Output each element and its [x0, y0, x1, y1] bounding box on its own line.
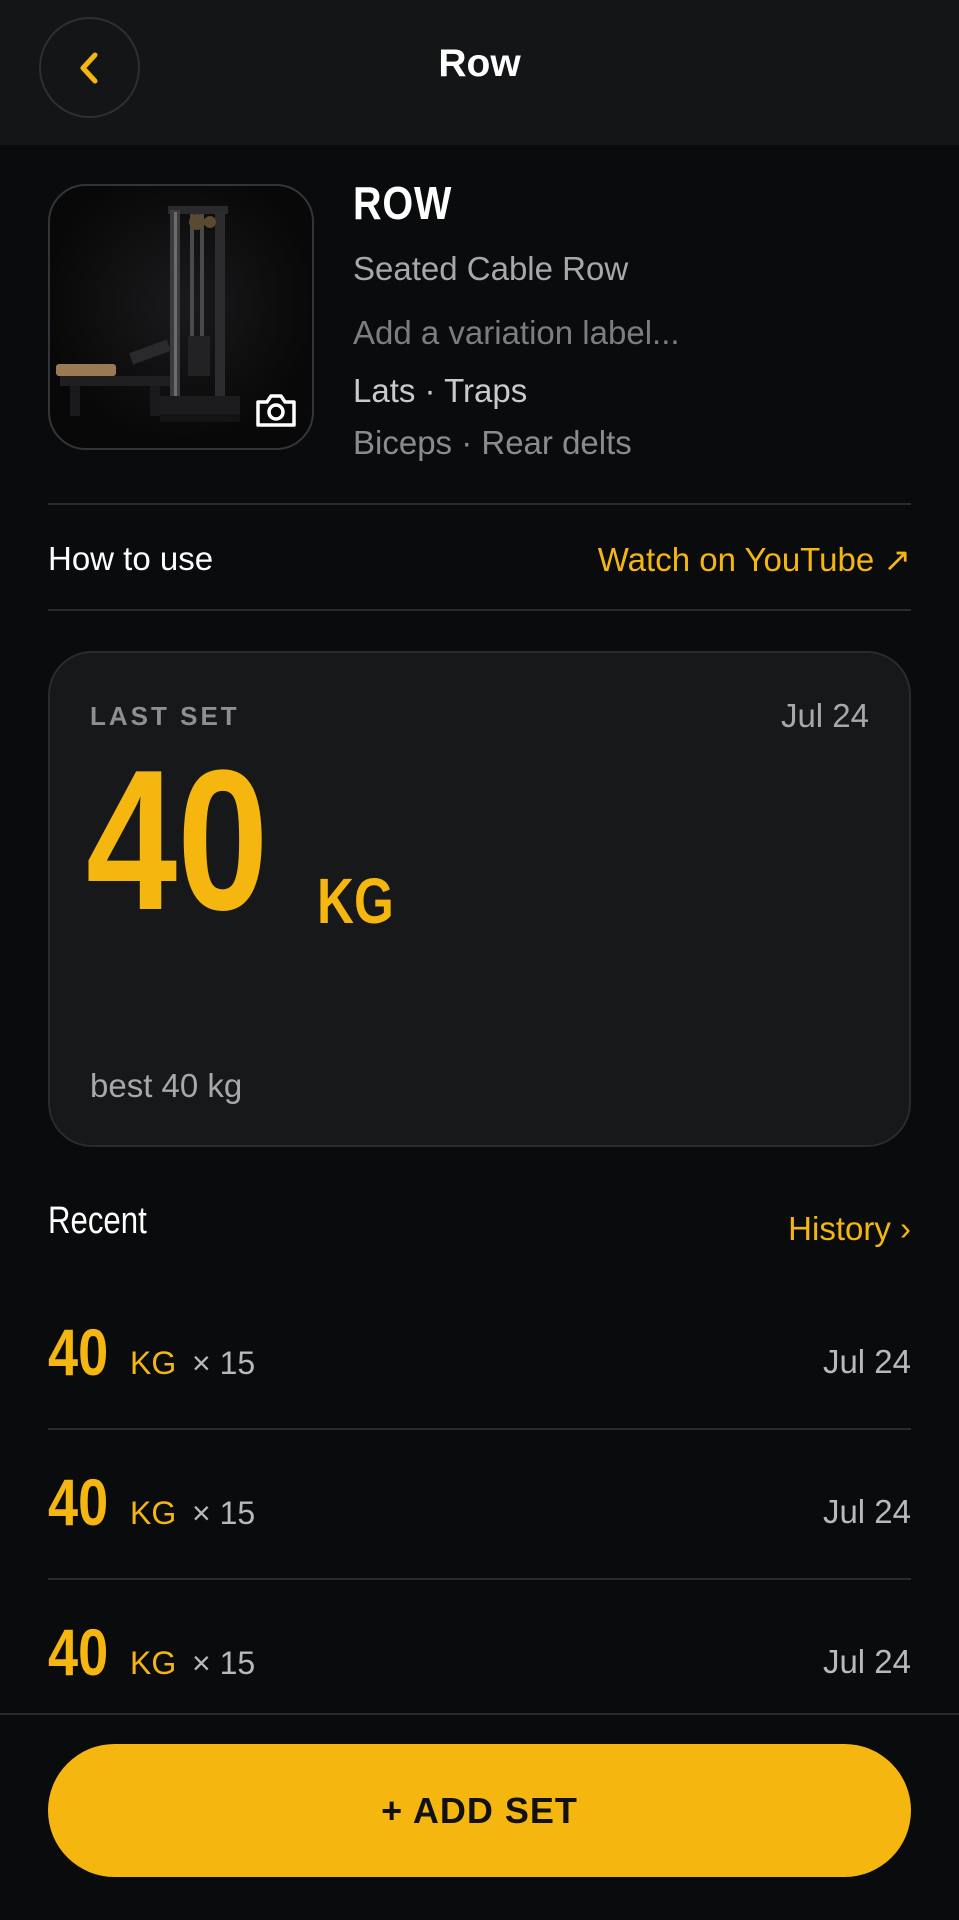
- best-weight: best 40 kg: [90, 1067, 243, 1104]
- set-unit: KG: [130, 1345, 177, 1381]
- recent-set-row[interactable]: 40 KG × 15 Jul 24: [48, 1605, 911, 1705]
- set-reps: × 15: [192, 1645, 256, 1681]
- primary-muscles: Lats · Traps: [353, 372, 528, 409]
- last-set-card: LAST SET Jul 24 40 KG best 40 kg: [48, 651, 911, 1147]
- set-weight: 40: [48, 1465, 109, 1539]
- set-unit: KG: [130, 1495, 177, 1531]
- exercise-name: ROW: [353, 177, 453, 229]
- last-set-unit: KG: [317, 865, 394, 937]
- divider: [48, 1578, 911, 1580]
- set-date: Jul 24: [822, 1493, 911, 1530]
- set-reps: × 15: [192, 1495, 256, 1531]
- divider: [48, 609, 911, 611]
- exercise-subtitle: Seated Cable Row: [353, 250, 629, 287]
- page-title: Row: [438, 42, 521, 85]
- divider: [48, 1428, 911, 1430]
- divider: [48, 503, 911, 505]
- set-weight: 40: [48, 1615, 109, 1689]
- recent-set-row[interactable]: 40 KG × 15 Jul 24: [48, 1455, 911, 1555]
- last-set-label: LAST SET: [90, 701, 240, 731]
- history-link[interactable]: History ›: [788, 1210, 911, 1248]
- how-to-use-label: How to use: [48, 540, 214, 577]
- last-set-weight: 40: [86, 729, 269, 952]
- exercise-photo[interactable]: [48, 184, 314, 450]
- recent-title: Recent: [48, 1200, 147, 1242]
- variation-label-input[interactable]: Add a variation label...: [353, 314, 680, 352]
- camera-icon[interactable]: [254, 392, 298, 428]
- set-reps: × 15: [192, 1345, 256, 1381]
- last-set-date: Jul 24: [780, 697, 869, 734]
- set-date: Jul 24: [822, 1343, 911, 1380]
- top-bar: Row: [0, 0, 959, 145]
- secondary-muscles: Biceps · Rear delts: [353, 424, 632, 461]
- set-weight: 40: [48, 1315, 109, 1389]
- recent-set-row[interactable]: 40 KG × 15 Jul 24: [48, 1305, 911, 1405]
- watch-on-youtube-link[interactable]: Watch on YouTube ↗: [598, 540, 911, 579]
- footer-divider: [0, 1713, 959, 1715]
- set-date: Jul 24: [822, 1643, 911, 1680]
- add-set-button[interactable]: + ADD SET: [48, 1744, 911, 1877]
- set-unit: KG: [130, 1645, 177, 1681]
